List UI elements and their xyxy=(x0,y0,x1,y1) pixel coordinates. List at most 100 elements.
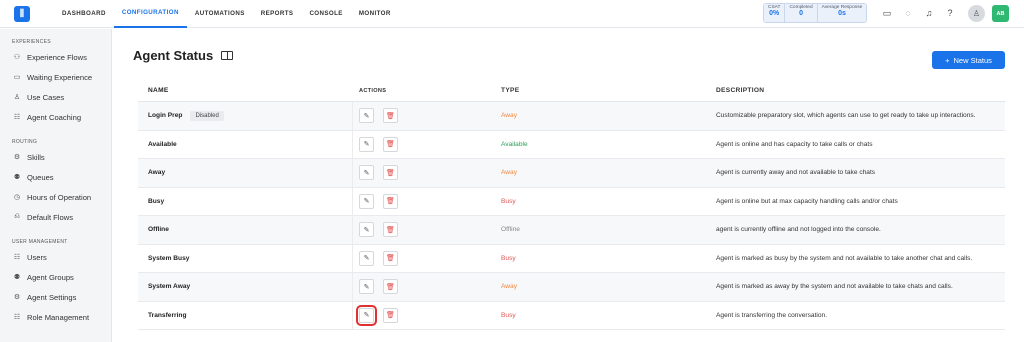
status-type: Offline xyxy=(501,226,520,234)
default-flow-icon: ⎌ xyxy=(14,213,20,220)
status-description: Agent is online and has capacity to take… xyxy=(716,140,873,148)
status-name: Available xyxy=(148,140,177,148)
metric-value: 0s xyxy=(838,10,846,17)
app-logo-icon[interactable]: ⫼ xyxy=(14,5,30,22)
delete-icon[interactable]: 🗑 xyxy=(383,279,398,295)
metric-value: 0 xyxy=(799,10,803,17)
sidebar-item-default-flows[interactable]: ⎌ Default Flows xyxy=(0,207,111,227)
status-type: Away xyxy=(501,112,518,120)
sidebar-item-queues[interactable]: ⚉ Queues xyxy=(0,167,111,187)
status-name-cell: System Away xyxy=(138,273,353,301)
status-name-cell: Login Prep Disabled xyxy=(138,102,353,130)
status-type: Available xyxy=(501,140,528,148)
new-status-button[interactable]: + New Status xyxy=(932,51,1005,69)
status-description: Customizable preparatory slot, which age… xyxy=(716,112,976,120)
table-row: System Away ✎ 🗑 Away Agent is marked as away… xyxy=(138,273,1005,302)
skills-icon: ⚙ xyxy=(13,154,21,161)
sidebar-item-agent-coaching[interactable]: ☷ Agent Coaching xyxy=(0,107,111,127)
delete-icon[interactable]: 🗑 xyxy=(383,108,398,124)
nav-console[interactable]: CONSOLE xyxy=(301,0,350,28)
sidebar-item-experience-flows[interactable]: ⚇ Experience Flows xyxy=(0,47,111,67)
sidebar-item-label: Agent Coaching xyxy=(27,112,82,122)
edit-icon[interactable]: ✎ xyxy=(359,108,374,124)
status-description: Agent is online but at max capacity hand… xyxy=(716,197,898,205)
page-title: Agent Status xyxy=(133,48,234,63)
delete-icon[interactable]: 🗑 xyxy=(383,193,398,209)
sidebar-item-label: Agent Groups xyxy=(27,272,74,282)
sidebar-item-skills[interactable]: ⚙ Skills xyxy=(0,147,111,167)
status-name: Login Prep xyxy=(148,112,183,120)
flow-icon: ⚇ xyxy=(13,54,21,61)
delete-icon[interactable]: 🗑 xyxy=(383,307,398,323)
sidebar-item-users[interactable]: ☷ Users xyxy=(0,247,111,267)
status-name-cell: System Busy xyxy=(138,244,353,272)
sidebar-item-agent-groups[interactable]: ⚉ Agent Groups xyxy=(0,267,111,287)
edit-icon[interactable]: ✎ xyxy=(359,193,374,209)
status-description: Agent is marked as busy by the system an… xyxy=(716,254,973,262)
sidebar-item-label: Users xyxy=(27,252,47,262)
settings-icon: ⚙ xyxy=(13,294,21,301)
sidebar-item-label: Use Cases xyxy=(27,92,65,102)
sidebar-item-agent-settings[interactable]: ⚙ Agent Settings xyxy=(0,287,111,307)
metric-1: Completed 0 xyxy=(785,4,818,22)
sidebar-section-title: USER MANAGEMENT xyxy=(12,239,68,245)
plus-icon: + xyxy=(945,55,950,65)
monitor-icon[interactable]: ▭ xyxy=(880,6,894,20)
edit-icon[interactable]: ✎ xyxy=(359,279,374,295)
queues-icon: ⚉ xyxy=(13,174,21,181)
groups-icon: ⚉ xyxy=(13,274,21,281)
edit-icon[interactable]: ✎ xyxy=(359,250,374,266)
delete-icon[interactable]: 🗑 xyxy=(383,250,398,266)
user-initials-avatar[interactable]: AB xyxy=(992,5,1009,22)
metric-2: Average Response 0s xyxy=(817,4,867,22)
new-status-label: New Status xyxy=(953,55,992,65)
user-avatar-icon[interactable]: ♙ xyxy=(968,5,985,22)
table-row: Transferring ✎ 🗑 Busy Agent is transferring … xyxy=(138,301,1005,330)
bell-icon[interactable]: ♫ xyxy=(922,6,936,20)
status-name: Busy xyxy=(148,197,165,205)
book-icon[interactable] xyxy=(221,51,234,60)
nav-dashboard[interactable]: DASHBOARD xyxy=(54,0,114,28)
help-icon[interactable]: ? xyxy=(943,6,957,20)
nav-automations[interactable]: AUTOMATIONS xyxy=(187,0,253,28)
delete-icon[interactable]: 🗑 xyxy=(383,136,398,152)
edit-icon[interactable]: ✎ xyxy=(356,304,377,326)
sidebar-item-label: Waiting Experience xyxy=(27,72,93,82)
table-row: Login Prep Disabled ✎ 🗑 Away Customizable pre… xyxy=(138,102,1005,131)
table-row: Available ✎ 🗑 Available Agent is online and … xyxy=(138,130,1005,159)
edit-icon[interactable]: ✎ xyxy=(359,136,374,152)
sidebar-item-role-management[interactable]: ☷ Role Management xyxy=(0,307,111,327)
actions-cell: ✎ 🗑 xyxy=(353,273,501,301)
chat-icon[interactable]: ◌ xyxy=(901,6,915,20)
sidebar-item-hours-of-operation[interactable]: ◷ Hours of Operation xyxy=(0,187,111,207)
table-row: System Busy ✎ 🗑 Busy Agent is marked as busy… xyxy=(138,244,1005,273)
sidebar-item-label: Default Flows xyxy=(27,212,74,222)
clock-icon: ◷ xyxy=(13,194,21,201)
actions-cell: ✎ 🗑 xyxy=(353,102,501,130)
sidebar-section-title: ROUTING xyxy=(12,139,38,145)
sidebar-item-waiting-experience[interactable]: ▭ Waiting Experience xyxy=(0,67,111,87)
delete-icon[interactable]: 🗑 xyxy=(383,165,398,181)
nav-configuration[interactable]: CONFIGURATION xyxy=(113,0,187,28)
top-bar: ⫼ DASHBOARD CONFIGURATION AUTOMATIONS REPOR… xyxy=(0,0,1024,28)
monitor-icon: ▭ xyxy=(13,74,21,81)
edit-icon[interactable]: ✎ xyxy=(359,165,374,181)
sidebar-item-label: Agent Settings xyxy=(27,292,77,302)
col-type-header: TYPE xyxy=(501,87,520,94)
delete-icon[interactable]: 🗑 xyxy=(383,222,398,238)
nav-reports[interactable]: REPORTS xyxy=(253,0,302,28)
actions-cell: ✎ 🗑 xyxy=(353,131,501,159)
nav-monitor[interactable]: MONITOR xyxy=(351,0,399,28)
status-description: Agent is currently away and not availabl… xyxy=(716,169,876,177)
status-name-cell: Transferring xyxy=(138,301,353,329)
sidebar-item-label: Role Management xyxy=(27,312,90,322)
edit-icon[interactable]: ✎ xyxy=(359,222,374,238)
status-name: Transferring xyxy=(148,311,187,319)
status-name-cell: Available xyxy=(138,130,353,158)
sidebar-item-use-cases[interactable]: ♙ Use Cases xyxy=(0,87,111,107)
sidebar-section-title: EXPERIENCES xyxy=(12,39,51,45)
metric-value: 0% xyxy=(769,10,780,17)
sidebar-item-label: Experience Flows xyxy=(27,52,87,62)
status-description: Agent is marked as away by the system an… xyxy=(716,283,953,291)
role-icon: ☷ xyxy=(13,314,21,321)
